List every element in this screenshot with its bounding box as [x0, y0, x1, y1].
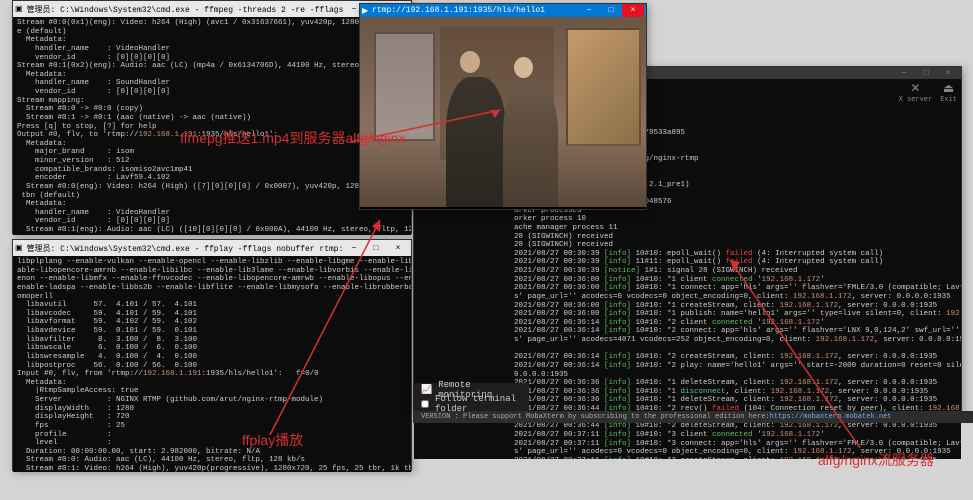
- status-text: VERSION : Please support MobaXterm by su…: [421, 413, 770, 421]
- ffplay-video-window[interactable]: ▶ rtmp://192.168.1.191:1935/hls/hello1 −…: [359, 3, 647, 210]
- exit-button[interactable]: ⏏Exit: [940, 81, 957, 104]
- xserver-button[interactable]: ✕X server: [899, 81, 933, 104]
- maximize-button[interactable]: □: [365, 241, 387, 255]
- minimize-button[interactable]: −: [578, 4, 600, 18]
- maximize-button[interactable]: □: [600, 4, 622, 18]
- monitor-icon: 📈: [421, 385, 432, 395]
- cmd-icon: ▣: [15, 243, 23, 253]
- minimize-button[interactable]: −: [343, 241, 365, 255]
- ffplay-icon: ▶: [362, 6, 368, 16]
- person-right: [503, 82, 558, 207]
- ffmpeg-titlebar[interactable]: ▣ 管理员: C:\Windows\System32\cmd.exe - ffm…: [13, 1, 411, 17]
- status-link[interactable]: https://mobaxterm.mobatek.net: [770, 413, 892, 421]
- minimize-button[interactable]: −: [893, 66, 915, 80]
- ffplay-output[interactable]: libplplang --enable-vulkan --enable-open…: [13, 256, 411, 472]
- ffmpeg-terminal-window[interactable]: ▣ 管理员: C:\Windows\System32\cmd.exe - ffm…: [12, 0, 412, 234]
- player-title: rtmp://192.168.1.191:1935/hls/hello1: [372, 6, 545, 15]
- person-left: [446, 77, 506, 207]
- ffplay-title: 管理员: C:\Windows\System32\cmd.exe - ffpla…: [27, 243, 343, 254]
- ffplay-terminal-window[interactable]: ▣ 管理员: C:\Windows\System32\cmd.exe - ffp…: [12, 239, 412, 471]
- ffmpeg-title: 管理员: C:\Windows\System32\cmd.exe - ffmpe…: [27, 4, 343, 15]
- mobaxterm-sidebar2: Follow terminal folder: [413, 397, 529, 411]
- ffmpeg-output[interactable]: Stream #0:0(0x1)(eng): Video: h264 (High…: [13, 17, 411, 235]
- mobaxterm-statusbar: VERSION : Please support MobaXterm by su…: [413, 411, 973, 423]
- close-button[interactable]: ×: [622, 4, 644, 18]
- close-button[interactable]: ×: [387, 241, 409, 255]
- maximize-button[interactable]: □: [915, 66, 937, 80]
- player-titlebar[interactable]: ▶ rtmp://192.168.1.191:1935/hls/hello1 −…: [360, 4, 646, 17]
- ffplay-titlebar[interactable]: ▣ 管理员: C:\Windows\System32\cmd.exe - ffp…: [13, 240, 411, 256]
- mobaxterm-right-tools: ✕X server ⏏Exit: [899, 81, 957, 104]
- video-frame: [360, 17, 646, 207]
- close-button[interactable]: ×: [937, 66, 959, 80]
- cmd-icon: ▣: [15, 4, 23, 14]
- follow-checkbox[interactable]: [421, 400, 429, 408]
